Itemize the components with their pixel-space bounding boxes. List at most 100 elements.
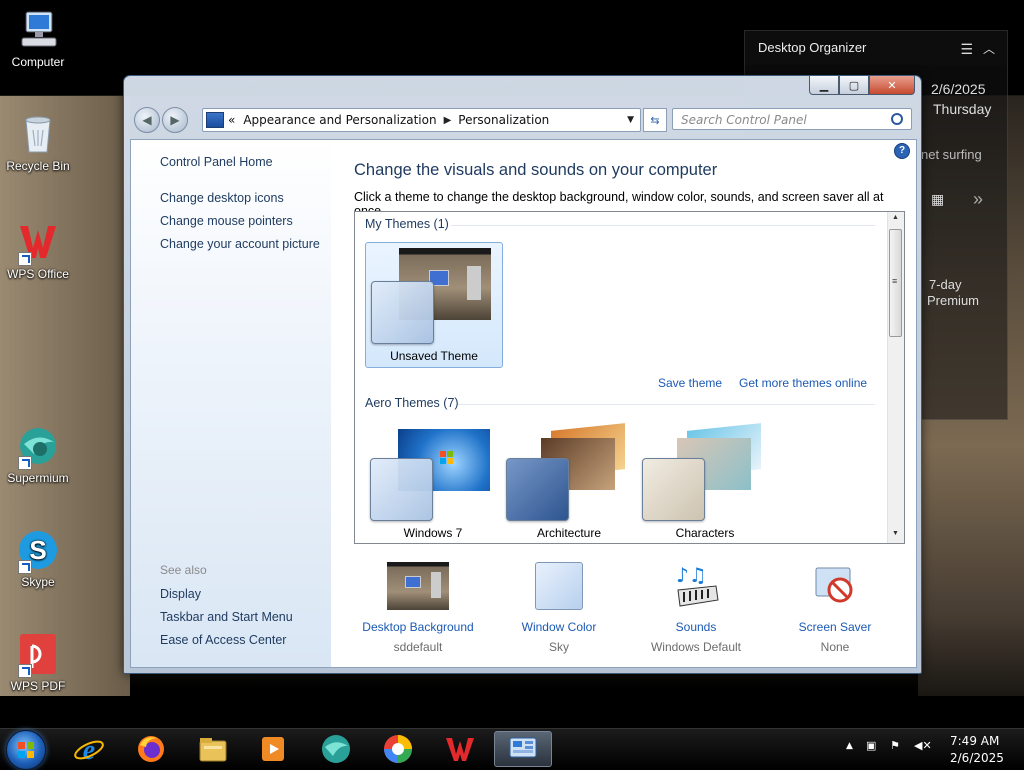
scroll-down-icon[interactable]: ▼: [892, 530, 899, 537]
hamburger-menu-icon[interactable]: ☰: [960, 41, 973, 58]
personalization-window[interactable]: ▁ ▢ ✕ ◀ ▶ « Appearance and Personalizati…: [123, 75, 922, 674]
desktop-icon-label: Supermium: [7, 471, 69, 485]
taskbar-media-player[interactable]: [248, 731, 298, 767]
window-content: Control Panel Home Change desktop icons …: [130, 139, 917, 668]
refresh-button[interactable]: ⇆: [643, 108, 667, 132]
theme-characters[interactable]: Characters: [637, 423, 773, 542]
svg-text:♪♫: ♪♫: [676, 563, 707, 587]
screen-saver-label[interactable]: Screen Saver: [765, 620, 905, 634]
screen-saver-value: None: [820, 640, 850, 654]
scroll-up-icon[interactable]: ▲: [892, 214, 899, 221]
theme-list[interactable]: My Themes (1) Unsaved Theme Save theme G…: [354, 211, 905, 544]
desktop-icon-wps-office[interactable]: WPS Office: [0, 220, 76, 281]
desktop-icon-recycle-bin[interactable]: Recycle Bin: [0, 112, 76, 173]
control-panel-icon: [509, 737, 537, 758]
taskbar-control-panel[interactable]: [494, 731, 552, 767]
theme-architecture[interactable]: Architecture: [501, 423, 637, 542]
desktop: Computer Recycle Bin WPS Office Supermiu…: [0, 0, 1024, 728]
address-bar[interactable]: « Appearance and Personalization ▶ Perso…: [202, 108, 641, 132]
clock-time[interactable]: 7:49 AM: [950, 734, 999, 748]
desktop-background-value: sddefault: [393, 640, 443, 654]
internet-explorer-icon: e: [74, 735, 104, 765]
sounds-icon: ♪♫: [672, 560, 722, 610]
screen-saver-icon: [810, 560, 860, 610]
taskbar-wps[interactable]: [435, 731, 485, 767]
sounds-value: Windows Default: [650, 640, 742, 654]
page-title: Change the visuals and sounds on your co…: [354, 161, 718, 179]
desktop-icon-label: Skype: [21, 575, 55, 589]
link-taskbar-start-menu[interactable]: Taskbar and Start Menu: [160, 610, 293, 624]
computer-icon: [16, 8, 60, 52]
window-color-value: Sky: [548, 640, 569, 654]
refresh-icon: ⇆: [650, 113, 660, 127]
link-display[interactable]: Display: [160, 587, 201, 601]
search-input[interactable]: Search Control Panel: [672, 108, 912, 130]
link-ease-of-access[interactable]: Ease of Access Center: [160, 633, 286, 647]
maximize-button[interactable]: ▢: [839, 76, 869, 95]
gadget-text-fragment: Premium: [927, 293, 980, 308]
wps-pdf-icon: [16, 632, 60, 678]
link-control-panel-home[interactable]: Control Panel Home: [160, 155, 273, 169]
firefox-icon: [138, 736, 164, 762]
breadcrumb-item[interactable]: Personalization: [458, 113, 549, 127]
chevron-down-icon[interactable]: ▼: [627, 115, 634, 125]
show-hidden-icons-icon[interactable]: ▲: [846, 741, 853, 751]
volume-muted-icon[interactable]: ◀✕: [914, 739, 932, 752]
desktop-icon-skype[interactable]: S Skype: [0, 528, 76, 589]
breadcrumb-item[interactable]: Appearance and Personalization: [243, 113, 436, 127]
aero-themes-heading: Aero Themes (7): [365, 396, 459, 410]
desktop-icon-wps-pdf[interactable]: WPS PDF: [0, 632, 76, 693]
link-change-desktop-icons[interactable]: Change desktop icons: [160, 191, 284, 205]
theme-unsaved[interactable]: Unsaved Theme: [365, 242, 503, 368]
taskbar-internet-explorer[interactable]: e: [64, 731, 114, 767]
gadget-text-fragment: 7-day: [929, 277, 962, 292]
save-theme-link[interactable]: Save theme: [658, 376, 722, 390]
desktop-wallpaper-left: [0, 96, 130, 696]
breadcrumb-overflow[interactable]: «: [228, 113, 235, 127]
desktop-background-label[interactable]: Desktop Background: [348, 620, 488, 634]
close-button[interactable]: ✕: [869, 76, 915, 95]
forward-button[interactable]: ▶: [162, 107, 188, 133]
desktop-icon-label: WPS Office: [7, 267, 69, 281]
wps-icon: [446, 738, 474, 761]
breadcrumb-separator-icon[interactable]: ▶: [444, 115, 452, 126]
theme-label: Windows 7: [403, 526, 463, 540]
window-controls: ▁ ▢ ✕: [809, 76, 915, 95]
gadget-day: Thursday: [933, 101, 992, 117]
control-panel-icon: [206, 112, 224, 128]
window-color-label[interactable]: Window Color: [489, 620, 629, 634]
link-change-account-picture[interactable]: Change your account picture: [160, 237, 320, 251]
get-more-themes-link[interactable]: Get more themes online: [739, 376, 867, 390]
taskbar-file-explorer[interactable]: [188, 731, 238, 767]
double-chevron-right-icon[interactable]: »: [973, 189, 983, 210]
network-icon[interactable]: ▣: [866, 739, 876, 752]
desktop-icon-supermium[interactable]: Supermium: [0, 424, 76, 485]
close-icon: ✕: [887, 78, 897, 92]
task-pane: Control Panel Home Change desktop icons …: [131, 140, 331, 667]
taskbar-supermium[interactable]: [311, 731, 361, 767]
link-change-mouse-pointers[interactable]: Change mouse pointers: [160, 214, 293, 228]
desktop-icon-computer[interactable]: Computer: [0, 8, 76, 69]
back-button[interactable]: ◀: [134, 107, 160, 133]
sounds-label[interactable]: Sounds: [626, 620, 766, 634]
start-button[interactable]: [6, 730, 46, 770]
taskbar: e ▲ ▣ ⚑ ◀✕ 7:49 AM 2/6/2025: [0, 728, 1024, 770]
taskbar-firefox[interactable]: [126, 731, 176, 767]
scrollbar-thumb[interactable]: [889, 229, 902, 337]
minimize-button[interactable]: ▁: [809, 76, 839, 95]
gadget-date: 2/6/2025: [931, 81, 986, 97]
group-divider: [451, 225, 875, 226]
clock-date[interactable]: 2/6/2025: [950, 751, 1004, 765]
action-center-flag-icon[interactable]: ⚑: [890, 739, 900, 752]
taskbar-color-wheel-app[interactable]: [373, 731, 423, 767]
theme-windows-7[interactable]: Windows 7: [365, 424, 501, 542]
calculator-icon[interactable]: ▦: [931, 191, 944, 208]
supermium-icon: [322, 735, 350, 763]
theme-label: Architecture: [536, 526, 602, 540]
help-icon[interactable]: ?: [894, 143, 910, 159]
window-color-swatch: [370, 458, 433, 521]
desktop-background-icon: [387, 562, 449, 610]
theme-list-scrollbar[interactable]: ▲ ▼: [887, 212, 904, 543]
navigation-bar: ◀ ▶ « Appearance and Personalization ▶ P…: [130, 105, 915, 133]
chevron-up-icon[interactable]: ︿: [983, 40, 995, 57]
